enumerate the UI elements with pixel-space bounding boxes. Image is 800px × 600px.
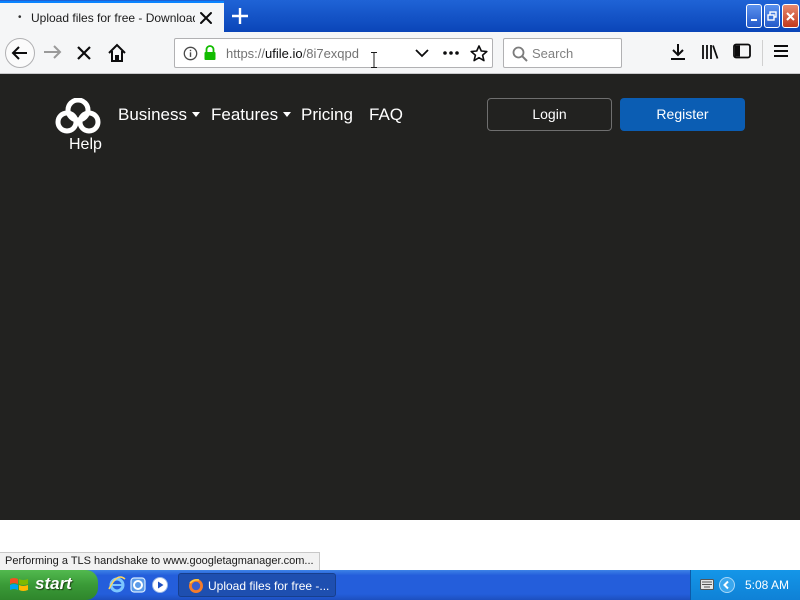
url-host: ufile.io <box>265 46 303 61</box>
firefox-icon <box>189 579 203 593</box>
nav-business-label: Business <box>118 105 187 124</box>
text-cursor-icon <box>371 52 377 68</box>
forward-arrow-icon[interactable] <box>42 42 64 62</box>
toolbar-divider <box>762 40 763 66</box>
url-dropdown-chevron-icon[interactable] <box>415 49 429 58</box>
keyboard-icon[interactable] <box>700 579 714 590</box>
navigation-toolbar: https://ufile.io/8i7exqpd <box>0 32 800 74</box>
library-icon[interactable] <box>701 43 719 61</box>
nav-features-label: Features <box>211 105 279 124</box>
web-page: Help Business Features Pricing FAQ Login… <box>0 74 800 520</box>
nav-faq[interactable]: FAQ <box>369 105 403 125</box>
back-arrow-icon <box>11 46 27 60</box>
home-icon[interactable] <box>107 43 127 63</box>
start-button[interactable]: start <box>0 570 98 600</box>
media-player-icon[interactable] <box>151 576 169 594</box>
windows-logo-icon <box>10 578 28 591</box>
url-scheme: https:// <box>226 46 266 61</box>
taskbar: start Upload files for free -... 5:08 AM <box>0 570 800 600</box>
secure-lock-icon[interactable] <box>203 45 217 61</box>
tab-loading-indicator: • <box>18 12 22 23</box>
sidebar-toggle-icon[interactable] <box>733 43 751 59</box>
nav-pricing[interactable]: Pricing <box>301 105 353 125</box>
taskbar-window-label: Upload files for free -... <box>208 579 330 593</box>
search-bar[interactable] <box>503 38 622 68</box>
search-icon <box>512 46 528 62</box>
chevron-left-icon <box>723 580 729 590</box>
tab-title: Upload files for free - Download.zip <box>31 11 195 25</box>
tab-strip: • Upload files for free - Download.zip <box>0 0 800 32</box>
restore-window-button[interactable] <box>764 4 780 28</box>
browser-tab[interactable]: • Upload files for free - Download.zip <box>0 1 224 32</box>
site-info-icon[interactable] <box>183 46 198 61</box>
bookmark-star-icon[interactable] <box>470 45 488 62</box>
search-input[interactable] <box>532 44 616 62</box>
status-text: Performing a TLS handshake to www.google… <box>0 552 320 570</box>
taskbar-firefox-window[interactable]: Upload files for free -... <box>178 573 336 597</box>
close-tab-icon[interactable] <box>198 10 214 26</box>
register-button[interactable]: Register <box>620 98 745 131</box>
internet-explorer-icon[interactable] <box>108 576 126 594</box>
chevron-down-icon <box>191 112 200 117</box>
hamburger-menu-icon[interactable] <box>773 44 789 58</box>
url-text[interactable]: https://ufile.io/8i7exqpd <box>226 46 359 61</box>
chevron-down-icon <box>283 112 292 117</box>
system-tray: 5:08 AM <box>690 570 800 600</box>
address-bar[interactable]: https://ufile.io/8i7exqpd <box>174 38 493 68</box>
close-window-button[interactable] <box>782 4 799 28</box>
nav-features[interactable]: Features <box>211 105 292 125</box>
start-label: start <box>35 574 72 593</box>
login-button[interactable]: Login <box>487 98 612 131</box>
taskbar-clock[interactable]: 5:08 AM <box>745 578 789 592</box>
downloads-icon[interactable] <box>669 43 687 61</box>
page-actions-more-icon[interactable] <box>443 51 459 55</box>
new-tab-icon[interactable] <box>229 5 251 27</box>
nav-help[interactable]: Help <box>69 136 102 154</box>
ufile-logo-icon[interactable] <box>55 98 101 134</box>
browser-shortcut-icon[interactable] <box>129 576 147 594</box>
nav-business[interactable]: Business <box>118 105 200 125</box>
back-button[interactable] <box>5 38 35 68</box>
show-hidden-icons-button[interactable] <box>719 577 735 593</box>
url-path: /8i7exqpd <box>302 46 359 61</box>
stop-loading-icon[interactable] <box>76 45 92 61</box>
minimize-window-button[interactable] <box>746 4 762 28</box>
